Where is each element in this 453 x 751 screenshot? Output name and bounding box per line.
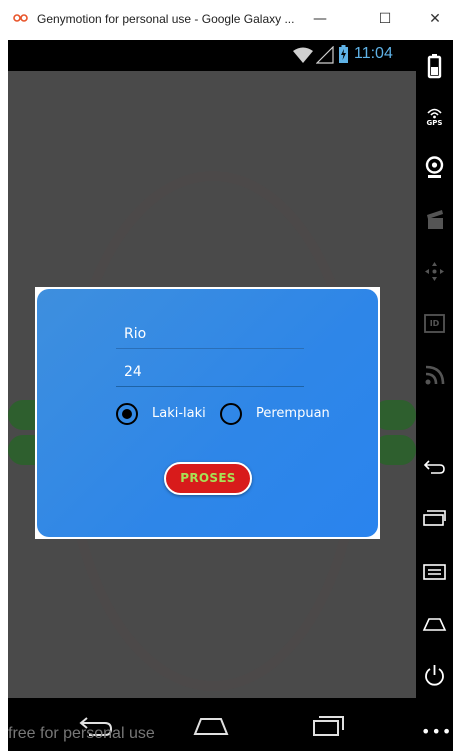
signal-icon	[316, 46, 334, 64]
name-input[interactable]	[124, 323, 299, 345]
recent-apps-icon[interactable]	[308, 710, 348, 740]
close-button[interactable]: ✕	[420, 8, 450, 30]
watermark-text: free for personal use	[8, 725, 155, 742]
radio-label-laki-laki[interactable]: Laki-laki	[152, 406, 206, 421]
window-title: Genymotion for personal use - Google Gal…	[37, 12, 295, 26]
rss-icon[interactable]	[421, 362, 448, 389]
proses-button[interactable]: PROSES	[164, 462, 252, 495]
menu-icon[interactable]	[421, 558, 448, 585]
age-field	[116, 357, 304, 387]
dialog-panel: Laki-laki Perempuan PROSES	[37, 289, 378, 537]
radio-laki-laki[interactable]	[116, 403, 138, 425]
app-background: Laki-laki Perempuan PROSES	[8, 71, 416, 698]
battery-icon[interactable]	[421, 52, 448, 79]
id-icon[interactable]: ID	[421, 310, 448, 337]
genymotion-icon	[13, 14, 28, 22]
battery-icon	[339, 45, 348, 63]
maximize-button[interactable]: ☐	[370, 8, 400, 30]
more-options-icon[interactable]: •••	[421, 722, 451, 741]
back-icon[interactable]	[421, 452, 448, 479]
wifi-icon	[293, 47, 313, 63]
clock: 11:04	[354, 45, 393, 62]
android-screen: 11:04 Laki-laki Perempuan PRO	[8, 40, 416, 751]
window-title-bar: Genymotion for personal use - Google Gal…	[0, 0, 453, 40]
name-field	[116, 319, 304, 349]
gps-icon[interactable]: GPS	[421, 104, 448, 131]
home-icon[interactable]	[421, 610, 448, 637]
recent-apps-icon[interactable]	[421, 504, 448, 531]
minimize-button[interactable]: —	[305, 8, 335, 30]
webcam-icon[interactable]	[421, 154, 448, 181]
emulator-toolbar: GPS ID •••	[416, 40, 453, 751]
status-bar: 11:04	[8, 40, 416, 71]
dpad-icon[interactable]	[421, 258, 448, 285]
navigation-bar: free for personal use	[8, 698, 416, 751]
id-label: ID	[429, 319, 440, 328]
radio-label-perempuan[interactable]: Perempuan	[256, 406, 330, 421]
radio-perempuan[interactable]	[220, 403, 242, 425]
video-icon[interactable]	[421, 206, 448, 233]
gps-label: GPS	[426, 119, 443, 127]
home-icon[interactable]	[191, 710, 231, 740]
input-dialog: Laki-laki Perempuan PROSES	[35, 287, 380, 539]
age-input[interactable]	[124, 361, 299, 383]
power-icon[interactable]	[421, 662, 448, 689]
